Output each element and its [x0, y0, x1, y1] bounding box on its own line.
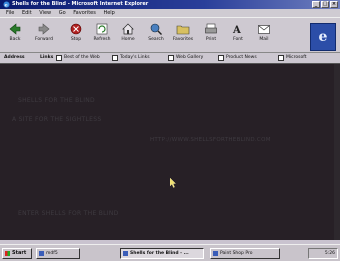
page-icon — [56, 55, 62, 61]
system-tray-clock: 5:26 — [308, 248, 338, 259]
close-button[interactable]: × — [330, 1, 338, 8]
search-button[interactable]: Search — [144, 21, 168, 51]
home-icon — [122, 23, 134, 35]
taskbar: Start mdf5 Shells for the Blind - ... Pa… — [0, 244, 340, 261]
toolbar: Back Forward Stop Refresh Home Search Fa… — [0, 17, 340, 53]
search-label: Search — [148, 37, 164, 42]
mouse-cursor-icon — [170, 178, 176, 188]
window-title: Shells for the Blind - Microsoft Interne… — [12, 1, 149, 7]
link-label: Product News — [226, 55, 257, 60]
forward-button[interactable]: Forward — [32, 21, 56, 51]
taskbar-item-shells[interactable]: Shells for the Blind - ... — [120, 248, 204, 259]
start-button[interactable]: Start — [2, 248, 32, 259]
back-label: Back — [9, 37, 21, 42]
menu-favorites[interactable]: Favorites — [73, 9, 96, 17]
link-best-of-web[interactable]: Best of the Web — [56, 54, 100, 62]
print-label: Print — [205, 37, 217, 42]
paint-icon — [213, 251, 218, 256]
taskbar-item-mdf5[interactable]: mdf5 — [36, 248, 80, 259]
mail-button[interactable]: Mail — [252, 21, 276, 51]
taskbar-item-paint-shop-pro[interactable]: Paint Shop Pro — [210, 248, 280, 259]
link-product-news[interactable]: Product News — [218, 54, 257, 62]
taskbar-item-label: mdf5 — [46, 251, 58, 256]
ie-logo: e — [310, 23, 336, 51]
link-label: Today's Links — [120, 55, 150, 60]
site-url-link[interactable]: HTTP://WWW.SHELLSFORTHEBLIND.COM — [150, 137, 271, 143]
menu-go[interactable]: Go — [59, 9, 66, 17]
page-icon — [112, 55, 118, 61]
links-label: Links — [40, 55, 54, 60]
enter-site-link[interactable]: ENTER SHELLS FOR THE BLIND — [18, 210, 119, 217]
page-icon — [168, 55, 174, 61]
favorites-label: Favorites — [172, 37, 194, 42]
menu-view[interactable]: View — [39, 9, 51, 17]
menu-bar: File Edit View Go Favorites Help — [0, 9, 340, 17]
maximize-button[interactable]: □ — [321, 1, 329, 8]
refresh-icon — [96, 23, 108, 35]
page-icon — [218, 55, 224, 61]
taskbar-item-label: Paint Shop Pro — [220, 251, 253, 256]
svg-text:e: e — [5, 3, 8, 9]
taskbar-item-label: Shells for the Blind - ... — [130, 251, 189, 256]
menu-file[interactable]: File — [6, 9, 14, 17]
close-icon: × — [331, 1, 337, 7]
mail-label: Mail — [259, 37, 269, 42]
forward-arrow-icon — [38, 23, 50, 35]
window-controls: _ □ × — [312, 1, 338, 8]
ie-icon: e — [3, 1, 10, 8]
site-heading: SHELLS FOR THE BLIND — [18, 97, 95, 104]
address-label: Address — [4, 55, 25, 60]
links-bar: Address Links Best of the Web Today's Li… — [0, 53, 340, 64]
favorites-button[interactable]: Favorites — [171, 21, 195, 51]
refresh-label: Refresh — [93, 37, 111, 42]
page-content: SHELLS FOR THE BLIND A SITE FOR THE SIGH… — [0, 64, 340, 240]
window-icon — [39, 251, 44, 256]
site-tagline: A SITE FOR THE SIGHTLESS — [12, 116, 102, 123]
home-button[interactable]: Home — [116, 21, 140, 51]
stop-button[interactable]: Stop — [64, 21, 88, 51]
refresh-button[interactable]: Refresh — [90, 21, 114, 51]
svg-text:A: A — [232, 25, 241, 36]
browser-window: e Shells for the Blind - Microsoft Inter… — [0, 0, 340, 261]
back-button[interactable]: Back — [3, 21, 27, 51]
forward-label: Forward — [34, 37, 54, 42]
home-label: Home — [121, 37, 135, 42]
windows-flag-icon — [5, 251, 10, 256]
link-label: Best of the Web — [64, 55, 100, 60]
page-icon — [278, 55, 284, 61]
title-bar: e Shells for the Blind - Microsoft Inter… — [0, 0, 340, 9]
menu-help[interactable]: Help — [103, 9, 114, 17]
ie-icon — [123, 251, 128, 256]
print-button[interactable]: Print — [199, 21, 223, 51]
font-label: Font — [233, 37, 243, 42]
folder-icon — [176, 25, 190, 35]
font-icon: A — [232, 25, 241, 36]
link-label: Web Gallery — [176, 55, 204, 60]
back-arrow-icon — [9, 23, 21, 35]
ie-logo-glyph: e — [318, 29, 328, 45]
search-globe-icon — [150, 23, 162, 35]
font-button[interactable]: A Font — [226, 21, 250, 51]
minimize-button[interactable]: _ — [312, 1, 320, 8]
maximize-icon: □ — [322, 1, 328, 7]
link-web-gallery[interactable]: Web Gallery — [168, 54, 203, 62]
printer-icon — [205, 23, 217, 34]
link-todays-links[interactable]: Today's Links — [112, 54, 150, 62]
vertical-scrollbar[interactable] — [334, 64, 340, 240]
mail-icon — [258, 25, 270, 34]
start-label: Start — [12, 250, 27, 256]
stop-label: Stop — [70, 37, 82, 42]
stop-icon — [70, 23, 82, 35]
link-microsoft[interactable]: Microsoft — [278, 54, 306, 62]
menu-edit[interactable]: Edit — [22, 9, 32, 17]
minimize-icon: _ — [314, 1, 318, 7]
link-label: Microsoft — [286, 55, 307, 60]
